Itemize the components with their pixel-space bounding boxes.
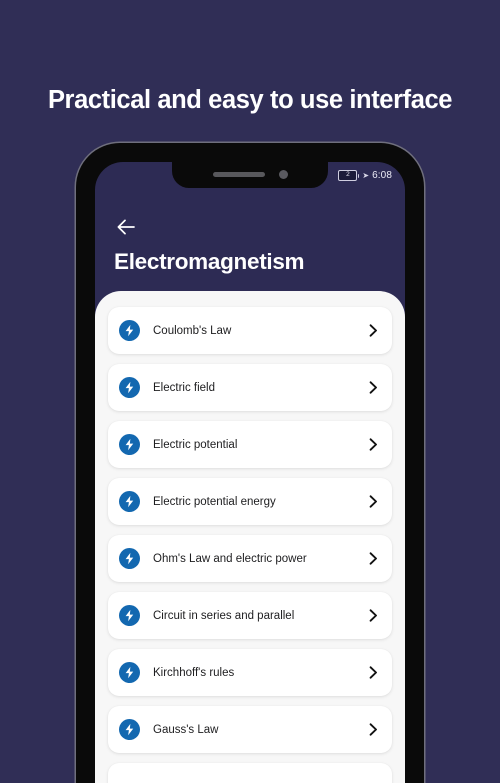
lightning-bolt-icon [119, 662, 140, 683]
phone-notch [172, 162, 328, 188]
chevron-right-icon[interactable] [367, 495, 379, 508]
list-item-label: Electric potential [153, 438, 238, 451]
content-sheet: Coulomb's Law Electric field Electric po… [95, 291, 405, 783]
status-bar-time: 6:08 [372, 170, 392, 181]
list-item-label: Electric field [153, 381, 215, 394]
lightning-bolt-icon [119, 377, 140, 398]
bolt-icon: ➤ [362, 171, 370, 180]
lightning-bolt-icon [119, 491, 140, 512]
lightning-bolt-icon [119, 719, 140, 740]
topic-list[interactable]: Coulomb's Law Electric field Electric po… [95, 307, 405, 783]
back-button[interactable] [114, 215, 138, 239]
chevron-right-icon[interactable] [367, 609, 379, 622]
page-title: Electromagnetism [114, 249, 305, 274]
list-item-label: Ohm's Law and electric power [153, 552, 307, 565]
list-item-label: Kirchhoff's rules [153, 666, 235, 679]
chevron-right-icon[interactable] [367, 324, 379, 337]
battery-icon: 2 [338, 170, 360, 181]
phone-mockup: 2 ➤ 6:08 Electromagnetism Coulomb's Law … [76, 143, 424, 783]
list-item-label: Circuit in series and parallel [153, 609, 295, 622]
list-item[interactable]: Electric potential [108, 421, 392, 468]
chevron-right-icon[interactable] [367, 723, 379, 736]
list-item-label: Electric potential energy [153, 495, 276, 508]
lightning-bolt-icon [119, 548, 140, 569]
arrow-left-icon [116, 218, 136, 236]
list-item[interactable]: Circuit in series and parallel [108, 592, 392, 639]
status-bar: 2 ➤ 6:08 [338, 162, 405, 189]
list-item[interactable]: Gauss's Law [108, 706, 392, 753]
chevron-right-icon[interactable] [367, 666, 379, 679]
app-header: Electromagnetism [95, 189, 405, 275]
list-item[interactable]: Electric field [108, 364, 392, 411]
list-item-label: Gauss's Law [153, 723, 219, 736]
lightning-bolt-icon [119, 434, 140, 455]
front-camera-icon [278, 170, 288, 179]
lightning-bolt-icon [119, 605, 140, 626]
phone-screen: 2 ➤ 6:08 Electromagnetism Coulomb's Law … [95, 162, 405, 783]
chevron-right-icon[interactable] [367, 438, 379, 451]
speaker-grille-icon [212, 172, 265, 177]
list-item[interactable]: Kirchhoff's rules [108, 649, 392, 696]
lightning-bolt-icon [119, 320, 140, 341]
list-item[interactable]: Coulomb's Law [108, 307, 392, 354]
list-item[interactable] [108, 763, 392, 783]
list-item[interactable]: Ohm's Law and electric power [108, 535, 392, 582]
promo-headline: Practical and easy to use interface [47, 86, 453, 114]
chevron-right-icon[interactable] [367, 552, 379, 565]
chevron-right-icon[interactable] [367, 381, 379, 394]
list-item[interactable]: Electric potential energy [108, 478, 392, 525]
list-item-label: Coulomb's Law [153, 324, 232, 337]
